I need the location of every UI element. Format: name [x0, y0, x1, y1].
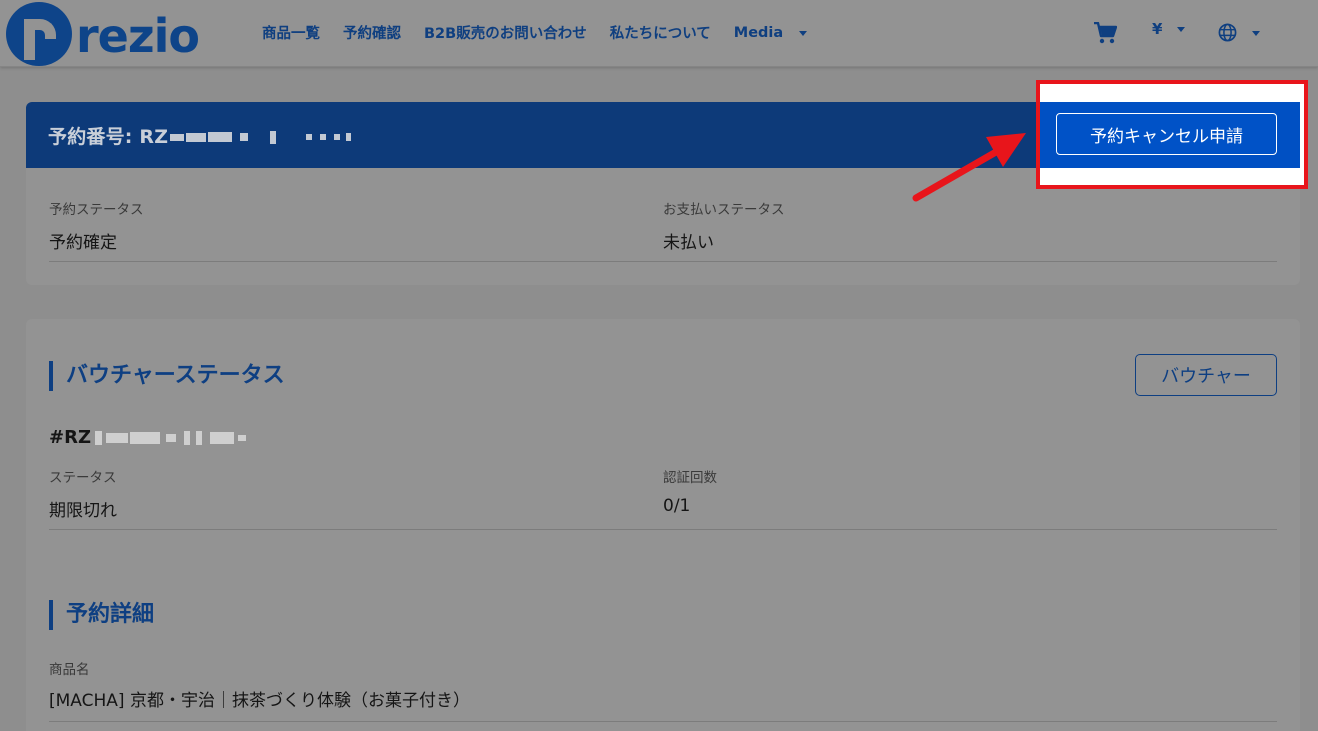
nav-b2b-inquiry[interactable]: B2B販売のお問い合わせ: [424, 22, 587, 43]
voucher-status-value: 期限切れ: [49, 501, 117, 521]
nav-about[interactable]: 私たちについて: [610, 22, 711, 43]
voucher-section-title: バウチャーステータス: [49, 361, 285, 391]
main-nav: 商品一覧 予約確認 B2B販売のお問い合わせ 私たちについて Media: [262, 22, 830, 43]
language-selector[interactable]: [1218, 23, 1260, 42]
rezio-logo[interactable]: rezio: [6, 2, 200, 66]
product-name-value: [MACHA] 京都・宇治｜抹茶づくり体験（お菓子付き）: [49, 691, 470, 711]
booking-status-value: 予約確定: [49, 233, 117, 253]
currency-label: ¥: [1152, 20, 1163, 38]
logo-mark-icon: [6, 2, 72, 66]
payment-status-label: お支払いステータス: [663, 202, 785, 218]
chevron-down-icon: [1177, 27, 1186, 32]
site-header: rezio 商品一覧 予約確認 B2B販売のお問い合わせ 私たちについて Med…: [0, 0, 1318, 67]
nav-media-label: Media: [733, 24, 784, 41]
chevron-down-icon: [799, 30, 808, 36]
divider: [49, 261, 1277, 262]
nav-booking-check[interactable]: 予約確認: [343, 22, 401, 43]
divider: [49, 721, 1277, 722]
divider: [49, 529, 1277, 530]
voucher-status-label: ステータス: [49, 470, 117, 486]
logo-text: rezio: [76, 9, 200, 63]
voucher-card: バウチャーステータス バウチャー #RZ ステータス 期限切れ 認証回数 0/1…: [26, 319, 1300, 731]
booking-status-label: 予約ステータス: [49, 202, 144, 218]
details-section-title: 予約詳細: [49, 600, 154, 630]
auth-count-value: 0/1: [663, 496, 691, 516]
booking-number: 予約番号: RZ: [48, 122, 352, 149]
cart-icon[interactable]: [1093, 22, 1117, 44]
payment-status-value: 未払い: [663, 233, 714, 253]
chevron-down-icon: [1252, 30, 1260, 36]
nav-media[interactable]: Media: [733, 22, 808, 43]
globe-icon: [1218, 23, 1237, 42]
highlight-frame: [1036, 80, 1308, 189]
nav-products[interactable]: 商品一覧: [262, 22, 320, 43]
auth-count-label: 認証回数: [663, 470, 717, 486]
voucher-id: #RZ: [49, 427, 246, 448]
product-name-label: 商品名: [49, 662, 90, 678]
voucher-button[interactable]: バウチャー: [1135, 354, 1277, 396]
currency-selector[interactable]: ¥: [1152, 20, 1186, 38]
